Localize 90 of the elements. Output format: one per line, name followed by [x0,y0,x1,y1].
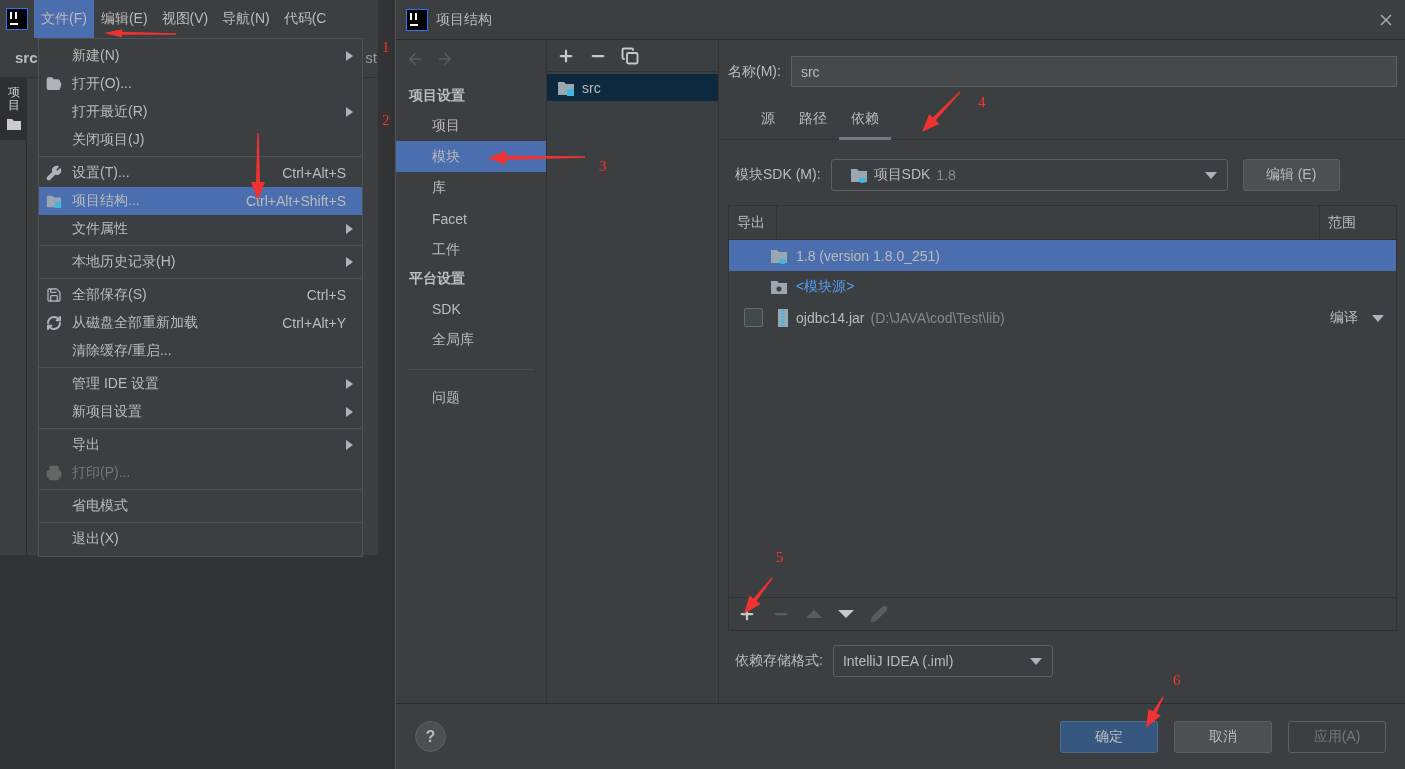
dropdown-arrow-icon [1029,655,1042,667]
annotation-number: 6 [1173,673,1181,688]
menu-item[interactable]: 设置(T)... Ctrl+Alt+S [39,159,362,187]
menu-bar-item[interactable]: 导航(N) [215,0,277,38]
shortcut-text: Ctrl+S [306,287,346,303]
menu-item[interactable]: 从磁盘全部重新加载 Ctrl+Alt+Y [39,309,362,337]
annotation-number: 2 [382,113,390,128]
table-row[interactable]: <模块源> [729,271,1396,302]
folder-icon [46,193,62,209]
folder-icon [6,118,21,131]
annotation-number: 3 [599,159,607,174]
annotation-arrow [104,29,176,38]
menu-item[interactable]: 本地历史记录(H) [39,248,362,276]
menu-item[interactable]: 打开(O)... [39,70,362,98]
help-button[interactable]: ? [415,721,446,752]
copy-icon[interactable] [621,46,639,65]
section-heading: 平台设置 [408,269,466,288]
field-label: 依赖存储格式: [735,652,823,670]
app-logo-icon [6,8,28,30]
sdk-dropdown[interactable]: 项目SDK 1.8 [830,159,1228,191]
menu-item[interactable]: 打开最近(R) [39,98,362,126]
column-header: 范围 [1328,213,1356,232]
dependency-name: ojdbc14.jar [796,309,865,326]
annotation-number: 4 [978,95,986,110]
folder-icon [46,76,62,92]
dialog-button[interactable]: 确定 [1060,720,1158,753]
wrench-icon [46,165,62,181]
annotation-arrow [922,91,961,132]
module-source-icon [770,278,788,295]
sdk-folder-icon [770,247,788,264]
field-label: 模块SDK (M): [735,166,821,184]
editor-tab[interactable]: src [15,49,38,66]
shortcut-text: Ctrl+Alt+Shift+S [246,193,346,209]
version-text: 1.8 [936,167,956,183]
window-title: 项目结构 [436,10,493,29]
column-header: 导出 [737,213,765,232]
menu-item[interactable]: 退出(X) [39,525,362,553]
menu-item[interactable]: 新项目设置 [39,398,362,426]
menu-item[interactable]: 新建(N) [39,42,362,70]
editor-tab[interactable]: st [365,49,377,66]
menu-bar-item[interactable]: 代码(C [276,0,334,38]
annotation-number: 5 [776,550,784,565]
menu-item[interactable]: 全部保存(S) Ctrl+S [39,281,362,309]
menu-item[interactable]: 清除缓存/重启... [39,337,362,365]
menu-item[interactable]: 管理 IDE 设置 [39,370,362,398]
nav-item[interactable]: Facet [396,203,546,234]
dialog-button[interactable]: 取消 [1174,720,1272,753]
scope-text: 编译 [1330,308,1358,327]
path-text: (D:\JAVA\cod\Test\lib) [870,309,1005,326]
app-logo-icon [406,8,428,31]
shortcut-text: Ctrl+Alt+S [282,165,346,181]
field-label: 名称(M): [728,62,781,81]
nav-item[interactable]: 问题 [396,382,546,413]
section-heading: 项目设置 [407,86,466,105]
shortcut-text: Ctrl+Alt+Y [282,315,346,331]
module-folder-icon [556,79,576,96]
menu-item[interactable]: 导出 [39,431,362,459]
edit-button[interactable]: 编辑 (E) [1242,159,1340,191]
menu-bar-item[interactable]: 编辑(E) [93,0,155,38]
annotation-arrow [1146,696,1164,728]
storage-format-dropdown[interactable]: IntelliJ IDEA (.iml) [832,645,1053,677]
dropdown-arrow-icon [1204,169,1217,181]
tool-window-button[interactable]: 项目 [0,78,27,141]
module-name: src [582,79,601,96]
table-row[interactable]: ojdbc14.jar (D:\JAVA\cod\Test\lib) 编译 [729,302,1396,333]
menu-item[interactable]: 关闭项目(J) [39,126,362,154]
tab[interactable]: 依赖 [839,102,891,140]
tab[interactable]: 路径 [787,102,839,140]
nav-item[interactable]: 库 [396,172,546,203]
module-tree-item[interactable]: src [547,74,718,101]
tab[interactable]: 源 [749,102,787,140]
refresh-icon [46,315,62,331]
jar-icon [778,308,788,327]
move-down-icon[interactable] [838,608,854,620]
dependency-name: 1.8 (version 1.8.0_251) [796,247,940,264]
annotation-number: 1 [382,40,390,55]
menu-bar-item[interactable]: 视图(V) [154,0,216,38]
menu-item[interactable]: 文件属性 [39,215,362,243]
save-icon [46,287,62,303]
printer-icon [46,465,62,481]
dependency-name: <模块源> [796,277,855,296]
nav-item[interactable]: 工件 [396,234,546,265]
nav-item[interactable]: 全局库 [396,324,546,355]
annotation-arrow [744,577,773,614]
sdk-folder-icon [849,167,868,183]
export-checkbox[interactable] [744,308,763,327]
name-field[interactable]: src [790,56,1397,87]
nav-item[interactable]: SDK [396,293,546,324]
menu-item[interactable]: 省电模式 [39,492,362,520]
nav-item[interactable]: 项目 [396,110,546,141]
